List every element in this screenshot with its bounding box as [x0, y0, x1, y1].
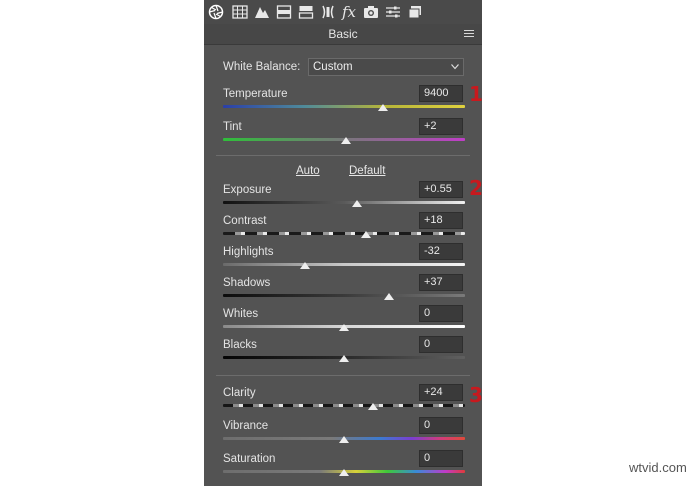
panel-header: Basic — [204, 24, 482, 45]
divider — [216, 155, 470, 156]
white-balance-select[interactable]: Custom — [308, 58, 464, 76]
aperture-icon — [208, 4, 224, 20]
camera-raw-basic-panel: fx Basic White Balance: Custom Temperatu… — [204, 0, 482, 486]
fx-effects-icon: fx — [341, 2, 356, 21]
tab-detail[interactable] — [253, 3, 271, 21]
shadows-label: Shadows — [223, 277, 271, 289]
clarity-slider-track[interactable] — [223, 404, 465, 407]
tone-curve-grid-icon — [232, 5, 248, 19]
contrast-slider-track[interactable] — [223, 232, 465, 235]
exposure-value-field[interactable]: +0.55 — [419, 181, 463, 198]
temperature-value-field[interactable]: 9400 — [419, 85, 463, 102]
contrast-label: Contrast — [223, 215, 267, 227]
auto-link[interactable]: Auto — [296, 165, 320, 177]
shadows-slider-thumb[interactable] — [383, 293, 394, 300]
tab-snapshots[interactable] — [406, 3, 424, 21]
vibrance-label: Vibrance — [223, 420, 269, 432]
blacks-label: Blacks — [223, 339, 257, 351]
shadows-slider-track[interactable] — [223, 294, 465, 297]
clarity-value-field[interactable]: +24 — [419, 384, 463, 401]
temperature-label: Temperature — [223, 88, 288, 100]
tab-camera-calibration[interactable] — [362, 3, 380, 21]
shadows-value-field[interactable]: +37 — [419, 274, 463, 291]
vibrance-slider-thumb[interactable] — [339, 436, 349, 443]
tab-lens-corrections[interactable] — [319, 3, 337, 21]
snapshots-icon — [408, 6, 421, 19]
annotation-marker-1: 1 — [469, 82, 482, 106]
panel-title: Basic — [328, 27, 358, 41]
tab-effects[interactable]: fx — [340, 3, 358, 21]
temperature-slider-thumb[interactable] — [377, 104, 388, 111]
clarity-slider-thumb[interactable] — [368, 403, 379, 410]
annotation-marker-2: 2 — [469, 176, 482, 200]
divider — [216, 375, 470, 376]
exposure-slider-track[interactable] — [223, 201, 465, 204]
tab-split-toning[interactable] — [297, 3, 315, 21]
contrast-slider-thumb[interactable] — [360, 231, 371, 238]
saturation-label: Saturation — [223, 453, 276, 465]
white-balance-value: Custom — [313, 61, 353, 73]
highlights-slider-track[interactable] — [223, 263, 465, 266]
highlights-slider-thumb[interactable] — [300, 262, 311, 269]
tab-hsl[interactable] — [275, 3, 293, 21]
tab-presets[interactable] — [384, 3, 402, 21]
split-toning-icon — [298, 6, 314, 19]
highlights-value-field[interactable]: -32 — [419, 243, 463, 260]
blacks-value-field[interactable]: 0 — [419, 336, 463, 353]
whites-slider-thumb[interactable] — [339, 324, 349, 331]
tint-slider-thumb[interactable] — [341, 137, 352, 144]
whites-label: Whites — [223, 308, 259, 320]
hamburger-menu-icon[interactable] — [464, 30, 474, 38]
tint-label: Tint — [223, 121, 242, 133]
chevron-down-icon — [451, 64, 459, 70]
vibrance-value-field[interactable]: 0 — [419, 417, 463, 434]
presets-sliders-icon — [386, 6, 400, 18]
exposure-label: Exposure — [223, 184, 272, 196]
exposure-slider-thumb[interactable] — [352, 200, 363, 207]
whites-value-field[interactable]: 0 — [419, 305, 463, 322]
tab-basic[interactable] — [207, 3, 225, 21]
temperature-slider-track[interactable] — [223, 105, 465, 108]
camera-calibration-icon — [364, 6, 378, 18]
panel-tab-bar: fx — [204, 0, 482, 24]
tab-tone-curve[interactable] — [231, 3, 249, 21]
clarity-label: Clarity — [223, 387, 256, 399]
highlights-label: Highlights — [223, 246, 274, 258]
saturation-value-field[interactable]: 0 — [419, 450, 463, 467]
annotation-marker-3: 3 — [469, 383, 482, 407]
tint-value-field[interactable]: +2 — [419, 118, 463, 135]
default-link[interactable]: Default — [349, 165, 385, 177]
watermark: wtvid.com — [629, 460, 687, 475]
hsl-icon — [276, 5, 292, 19]
white-balance-label: White Balance: — [223, 61, 301, 73]
blacks-slider-thumb[interactable] — [339, 355, 349, 362]
lens-correction-icon — [322, 5, 334, 19]
mountains-detail-icon — [255, 7, 269, 18]
contrast-value-field[interactable]: +18 — [419, 212, 463, 229]
saturation-slider-thumb[interactable] — [339, 469, 349, 476]
